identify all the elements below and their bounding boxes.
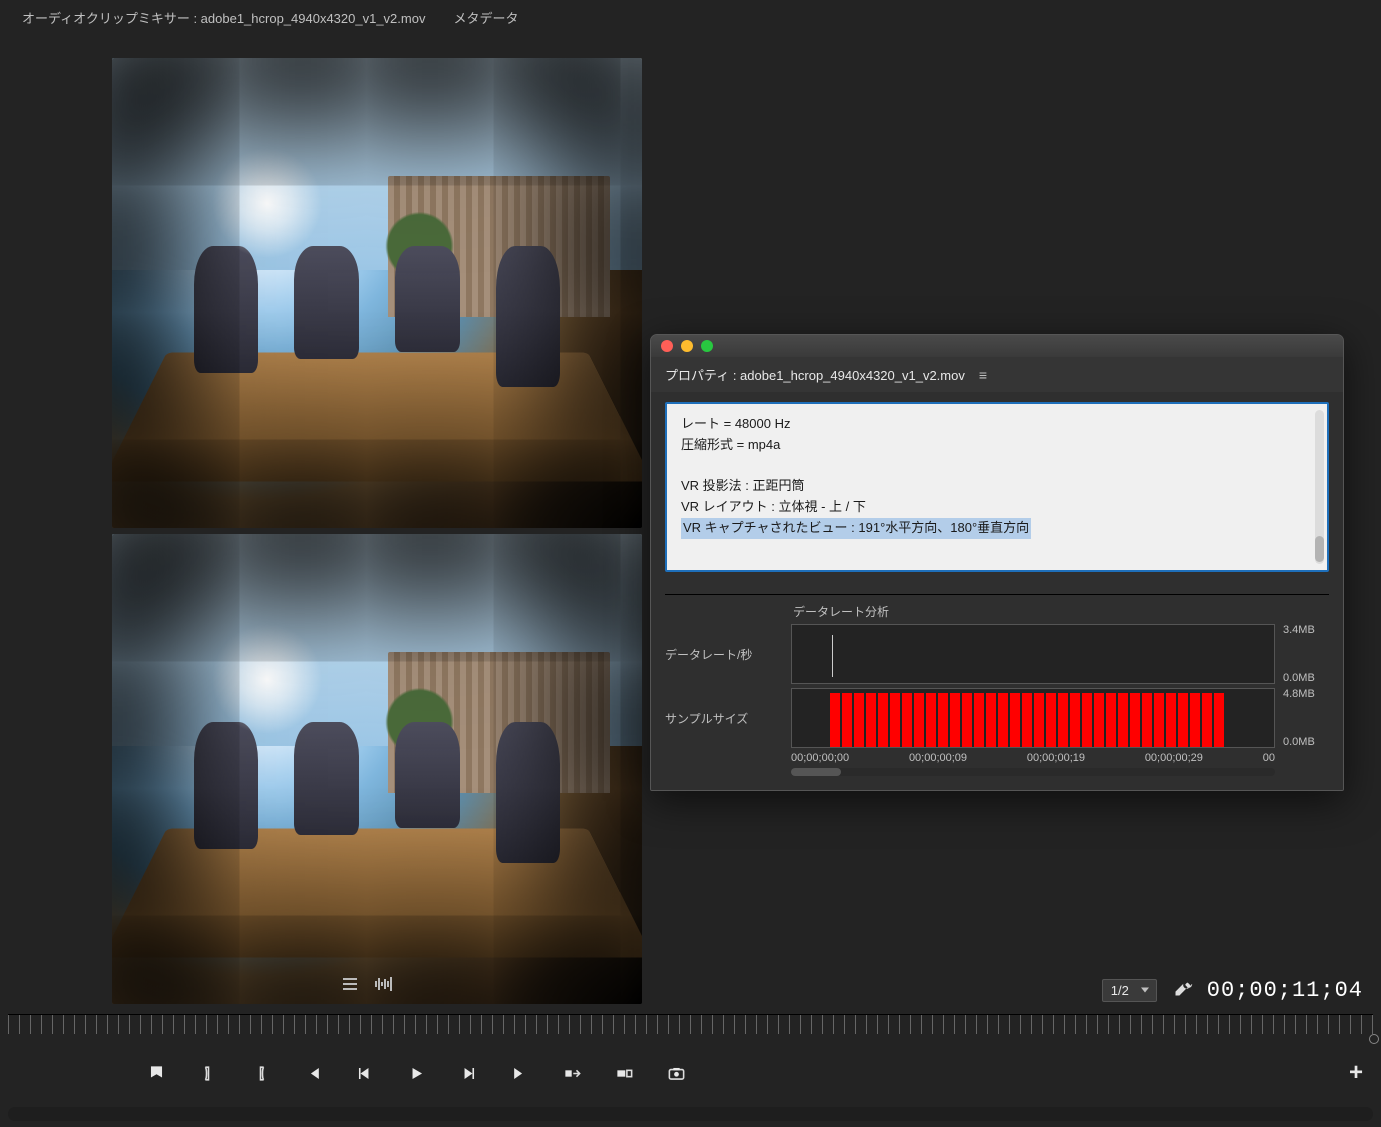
step-forward-button[interactable]	[456, 1061, 480, 1085]
vr-stereo-preview	[112, 58, 642, 1010]
panel-menu-icon[interactable]: ≡	[979, 367, 987, 383]
vr-view-bottom	[112, 534, 642, 1004]
property-vr-captured-view: VR キャプチャされたビュー : 191°水平方向、180°垂直方向	[681, 518, 1031, 539]
data-rate-label: データレート/秒	[665, 646, 791, 663]
analysis-title: データレート分析	[793, 603, 1329, 620]
zoom-level-select[interactable]: 1/2	[1102, 979, 1157, 1002]
properties-window[interactable]: プロパティ : adobe1_hcrop_4940x4320_v1_v2.mov…	[650, 334, 1344, 791]
overwrite-button[interactable]	[612, 1061, 636, 1085]
property-rate: レート = 48000 Hz	[681, 414, 1313, 435]
add-marker-button[interactable]	[144, 1061, 168, 1085]
property-vr-projection: VR 投影法 : 正距円筒	[681, 476, 1313, 497]
window-close-icon[interactable]	[661, 340, 673, 352]
time-ruler[interactable]	[8, 1014, 1373, 1034]
property-blank	[681, 456, 1313, 477]
info-scrollbar-thumb[interactable]	[1315, 536, 1324, 562]
data-rate-scale: 3.4MB 0.0MB	[1283, 624, 1329, 684]
properties-body: レート = 48000 Hz 圧縮形式 = mp4a VR 投影法 : 正距円筒…	[651, 392, 1343, 790]
mark-out-button[interactable]	[248, 1061, 272, 1085]
go-to-out-button[interactable]	[508, 1061, 532, 1085]
vr-view-top	[112, 58, 642, 528]
insert-button[interactable]	[560, 1061, 584, 1085]
step-back-button[interactable]	[352, 1061, 376, 1085]
button-editor-plus-icon[interactable]: +	[1349, 1059, 1363, 1087]
sample-size-label: サンプルサイズ	[665, 710, 791, 727]
properties-title: プロパティ : adobe1_hcrop_4940x4320_v1_v2.mov	[665, 365, 965, 384]
monitor-bottom-bar: 1/2 00;00;11;04	[0, 970, 1381, 1010]
transport-controls: +	[0, 1048, 1381, 1098]
wrench-icon[interactable]	[1173, 978, 1193, 1003]
timecode-display[interactable]: 00;00;11;04	[1207, 978, 1363, 1003]
analysis-scrollbar[interactable]	[791, 768, 1275, 776]
window-minimize-icon[interactable]	[681, 340, 693, 352]
tab-audio-clip-mixer[interactable]: オーディオクリップミキサー : adobe1_hcrop_4940x4320_v…	[12, 0, 443, 35]
data-rate-analysis: データレート分析 データレート/秒 3.4MB 0.0MB サンプルサイズ 4.…	[665, 594, 1329, 776]
properties-header: プロパティ : adobe1_hcrop_4940x4320_v1_v2.mov…	[651, 357, 1343, 392]
data-rate-graph	[791, 624, 1275, 684]
tab-metadata[interactable]: メタデータ	[443, 0, 536, 35]
zoom-select-wrap[interactable]: 1/2	[1102, 979, 1157, 1002]
property-vr-layout: VR レイアウト : 立体視 - 上 / 下	[681, 497, 1313, 518]
go-to-in-button[interactable]	[300, 1061, 324, 1085]
properties-text-panel[interactable]: レート = 48000 Hz 圧縮形式 = mp4a VR 投影法 : 正距円筒…	[665, 402, 1329, 572]
top-tab-bar: オーディオクリップミキサー : adobe1_hcrop_4940x4320_v…	[0, 0, 1381, 34]
mark-in-button[interactable]	[196, 1061, 220, 1085]
sample-size-scale: 4.8MB 0.0MB	[1283, 688, 1329, 748]
window-zoom-icon[interactable]	[701, 340, 713, 352]
window-titlebar[interactable]	[651, 335, 1343, 357]
play-button[interactable]	[404, 1061, 428, 1085]
export-frame-button[interactable]	[664, 1061, 688, 1085]
ruler-end-marker-icon	[1369, 1034, 1379, 1044]
sample-size-graph	[791, 688, 1275, 748]
property-compression: 圧縮形式 = mp4a	[681, 435, 1313, 456]
analysis-time-axis: 00;00;00;00 00;00;00;09 00;00;00;19 00;0…	[791, 752, 1275, 764]
horizontal-scrollbar[interactable]	[8, 1107, 1373, 1121]
analysis-scrollbar-thumb[interactable]	[791, 768, 841, 776]
